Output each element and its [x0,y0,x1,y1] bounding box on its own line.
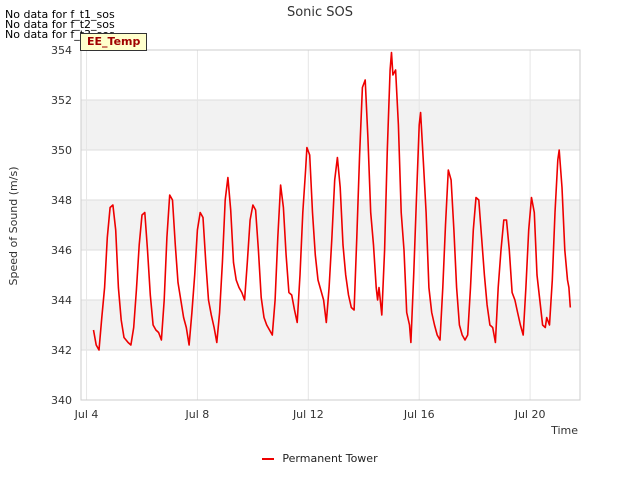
y-tick-label: 340 [51,394,72,407]
y-tick-label: 352 [51,94,72,107]
y-axis-label: Speed of Sound (m/s) [7,167,20,286]
x-tick-label: Jul 12 [292,408,324,421]
x-axis-ticks: Jul 4 Jul 8 Jul 12 Jul 16 Jul 20 [74,408,546,421]
plot-bands [81,100,580,350]
x-tick-label: Jul 4 [74,408,99,421]
legend: Permanent Tower [0,452,640,465]
chart-title: Sonic SOS [287,5,353,20]
y-tick-label: 346 [51,244,72,257]
legend-label-permanent-tower[interactable]: Permanent Tower [282,452,377,465]
y-tick-label: 348 [51,194,72,207]
y-tick-label: 354 [51,44,72,57]
x-tick-label: Jul 8 [185,408,210,421]
y-axis-ticks: 340 342 344 346 348 350 352 354 [51,44,72,407]
y-tick-label: 350 [51,144,72,157]
legend-swatch-permanent-tower [262,458,275,460]
chart-canvas: 340 342 344 346 348 350 352 354 Jul 4 Jul 8 Jul 1… [7,5,581,437]
x-axis-label: Time [550,424,578,437]
plot-band [81,300,580,350]
plot-band [81,100,580,150]
plot-band [81,200,580,250]
ee-temp-tag[interactable]: EE_Temp [80,33,148,51]
y-tick-label: 342 [51,344,72,357]
y-tick-label: 344 [51,294,72,307]
x-tick-label: Jul 16 [403,408,435,421]
x-tick-label: Jul 20 [514,408,546,421]
